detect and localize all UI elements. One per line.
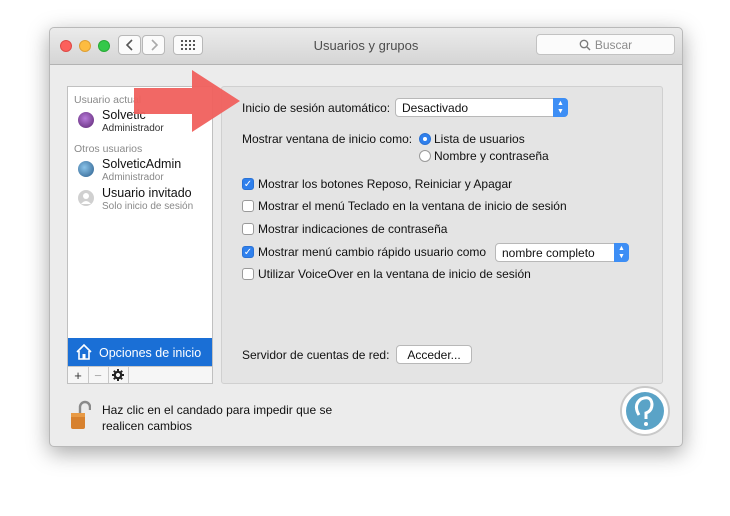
- gear-icon: [112, 369, 124, 381]
- avatar: [78, 161, 94, 177]
- popup-arrows-icon: ▲ ▼: [614, 243, 629, 262]
- user-role: Solo inicio de sesión: [102, 201, 194, 212]
- user-item-guest[interactable]: Usuario invitado Solo inicio de sesión: [68, 185, 212, 219]
- lock-button[interactable]: [69, 400, 92, 432]
- login-options-label: Opciones de inicio: [99, 346, 202, 360]
- access-button[interactable]: Acceder...: [396, 345, 472, 364]
- checkbox-fast-user-switching[interactable]: ✓: [242, 246, 254, 258]
- fast-switch-value: nombre completo: [502, 245, 595, 260]
- user-role: Administrador: [102, 172, 164, 183]
- radio-name-password[interactable]: [419, 150, 431, 162]
- network-server-label: Servidor de cuentas de red:: [242, 348, 390, 362]
- checkbox-voiceover[interactable]: [242, 268, 254, 280]
- checkbox-sleep-restart-shutdown[interactable]: ✓: [242, 178, 254, 190]
- radio-users-list[interactable]: [419, 133, 431, 145]
- checkbox-password-hints[interactable]: [242, 223, 254, 235]
- show-window-label: Mostrar ventana de inicio como:: [242, 132, 413, 146]
- add-user-button[interactable]: +: [68, 367, 89, 383]
- fast-switch-popup[interactable]: nombre completo ▲ ▼: [495, 243, 629, 262]
- titlebar: Usuarios y grupos Buscar: [50, 28, 682, 65]
- checkbox-label: Mostrar indicaciones de contraseña: [258, 222, 448, 236]
- lock-icon: [71, 400, 92, 429]
- action-menu-button[interactable]: [108, 367, 129, 383]
- remove-user-button[interactable]: −: [88, 367, 109, 383]
- avatar: [78, 112, 94, 128]
- other-users-section-label: Otros usuarios: [74, 143, 143, 155]
- guest-avatar-icon: [78, 190, 94, 206]
- watermark-logo-icon: [620, 386, 670, 436]
- search-icon: [579, 39, 591, 50]
- auto-login-label: Inicio de sesión automático:: [242, 101, 391, 115]
- login-options-item[interactable]: Opciones de inicio: [68, 338, 212, 366]
- checkbox-input-menu[interactable]: [242, 200, 254, 212]
- radio-users-list-label: Lista de usuarios: [434, 132, 525, 146]
- house-icon: [76, 343, 92, 360]
- checkbox-label: Mostrar el menú Teclado en la ventana de…: [258, 199, 567, 213]
- auto-login-popup[interactable]: Desactivado ▲ ▼: [395, 98, 568, 117]
- lock-hint-line2: realicen cambios: [102, 419, 193, 433]
- lock-hint-line1: Haz clic en el candado para impedir que …: [102, 403, 333, 417]
- login-options-pane: Inicio de sesión automático: Desactivado…: [221, 86, 663, 384]
- search-field[interactable]: Buscar: [536, 34, 675, 55]
- popup-arrows-icon: ▲ ▼: [553, 98, 568, 117]
- sidebar-footer: + −: [67, 366, 213, 384]
- checkbox-label: Utilizar VoiceOver en la ventana de inic…: [258, 267, 531, 281]
- user-name: Usuario invitado: [102, 186, 192, 200]
- auto-login-value: Desactivado: [402, 100, 469, 115]
- radio-name-password-label: Nombre y contraseña: [434, 149, 549, 163]
- user-name: SolveticAdmin: [102, 157, 182, 171]
- search-placeholder: Buscar: [594, 37, 633, 52]
- arrow-annotation-icon: [134, 70, 240, 132]
- checkbox-label: Mostrar los botones Reposo, Reiniciar y …: [258, 177, 513, 191]
- lock-hint-text: Haz clic en el candado para impedir que …: [102, 402, 332, 434]
- current-user-section-label: Usuario actual: [74, 94, 142, 106]
- checkbox-label: Mostrar menú cambio rápido usuario como: [258, 245, 487, 259]
